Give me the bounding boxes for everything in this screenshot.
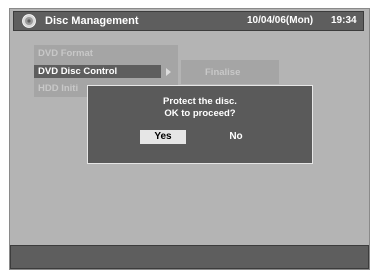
yes-button[interactable]: Yes (140, 130, 186, 144)
menu-item-dvd-disc-control[interactable]: DVD Disc Control (34, 65, 161, 78)
dialog-message-line2: OK to proceed? (164, 108, 236, 119)
submenu-panel: Finalise (181, 60, 279, 84)
submenu-item-finalise[interactable]: Finalise (205, 66, 240, 79)
header-bar: Disc Management 10/04/06(Mon) 19:34 (13, 11, 364, 31)
footer-bar (10, 245, 369, 269)
no-button[interactable]: No (216, 130, 256, 144)
page-title: Disc Management (45, 15, 139, 27)
date-display: 10/04/06(Mon) (247, 15, 314, 26)
menu-item-hdd-initialise[interactable]: HDD Initi (38, 82, 78, 95)
confirm-dialog: Protect the disc. OK to proceed? Yes No (87, 85, 313, 164)
dialog-message-line1: Protect the disc. (163, 96, 237, 107)
menu-item-dvd-format[interactable]: DVD Format (38, 47, 93, 60)
disc-icon (22, 14, 36, 28)
time-display: 19:34 (331, 15, 357, 26)
submenu-arrow-icon (166, 68, 171, 76)
